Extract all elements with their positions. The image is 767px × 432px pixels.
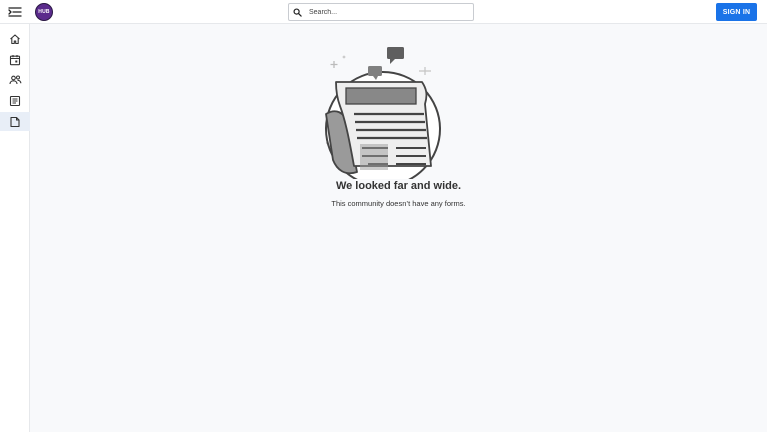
sidebar-item-posts[interactable] — [0, 91, 30, 110]
search-input[interactable] — [307, 4, 469, 20]
community-logo[interactable]: HUB — [35, 3, 53, 21]
sign-in-button[interactable]: SIGN IN — [716, 3, 757, 21]
empty-state-title: We looked far and wide. — [335, 180, 462, 192]
search-icon — [293, 7, 307, 17]
sidebar-item-forms[interactable] — [0, 112, 30, 131]
sidebar-item-people[interactable] — [0, 70, 30, 89]
menu-collapse-icon — [8, 7, 22, 17]
menu-toggle-button[interactable] — [6, 3, 24, 21]
top-bar: HUB SIGN IN — [0, 0, 767, 24]
empty-state-message: This community doesn’t have any forms. — [331, 199, 466, 208]
logo-text: HUB — [38, 9, 50, 15]
posts-icon — [9, 95, 21, 106]
empty-state: We looked far and wide. This community d… — [30, 24, 767, 432]
sidebar-item-calendar[interactable] — [0, 50, 30, 69]
newspaper-illustration — [325, 47, 441, 179]
home-icon — [10, 33, 20, 44]
forms-icon — [10, 116, 20, 127]
sidebar-item-home[interactable] — [0, 29, 30, 48]
people-icon — [8, 75, 21, 84]
calendar-icon — [9, 54, 21, 65]
search-box[interactable] — [288, 3, 474, 21]
sidebar — [0, 24, 30, 432]
